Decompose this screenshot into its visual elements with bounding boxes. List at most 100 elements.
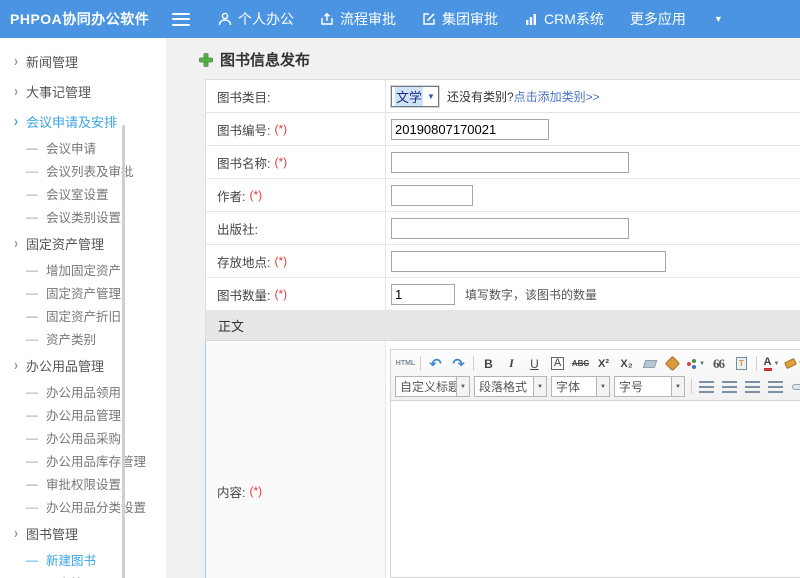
sidebar-item-meeting-room[interactable]: —会议室设置 <box>0 182 166 205</box>
eraser-icon[interactable] <box>639 354 660 374</box>
sidebar-item-office-supplies[interactable]: ›办公用品管理 <box>0 350 166 380</box>
hamburger-menu-icon[interactable] <box>172 13 190 26</box>
sidebar-item-label: 审批权限设置 <box>46 474 121 493</box>
sidebar-item-label: 办公用品分类设置 <box>46 497 146 516</box>
form-row-author: 作者:(*) <box>206 179 800 212</box>
sidebar-item-asset-category[interactable]: —资产类别 <box>0 327 166 350</box>
font-family-select[interactable]: 字体▼ <box>551 376 610 397</box>
more-apps-dropdown[interactable]: ▼ <box>712 14 723 24</box>
sidebar-item-supplies-inventory[interactable]: —办公用品库存管理 <box>0 449 166 472</box>
editor-content-area[interactable] <box>391 401 800 577</box>
paragraph-format-select[interactable]: 段落格式▼ <box>474 376 547 397</box>
sidebar-item-meeting-list[interactable]: — 会议列表及审批 <box>0 159 166 182</box>
blockquote-icon[interactable]: 66 <box>708 354 729 374</box>
sidebar-item-asset-management[interactable]: —固定资产管理 <box>0 281 166 304</box>
nav-group-approval[interactable]: 集团审批 <box>422 9 498 29</box>
add-category-link[interactable]: 点击添加类别>> <box>514 88 600 105</box>
auto-format-icon[interactable]: ▼ <box>685 354 706 374</box>
strikethrough-icon[interactable]: ABC <box>570 354 591 374</box>
editor-toolbar-row1: HTML ↶ ↷ B I U A ABC <box>394 352 800 375</box>
form-row-location: 存放地点:(*) <box>206 245 800 278</box>
highlight-color-icon[interactable]: ▼ <box>784 354 800 374</box>
field-label: 图书数量: <box>217 285 270 304</box>
required-marker: (*) <box>249 484 262 498</box>
location-input[interactable] <box>391 251 666 272</box>
subscript-icon[interactable]: X₂ <box>616 354 637 374</box>
html-source-button[interactable]: HTML <box>395 354 416 374</box>
book-name-input[interactable] <box>391 152 629 173</box>
dash-icon: — <box>26 210 38 224</box>
autotypeset-icon[interactable]: A <box>551 357 564 370</box>
align-center-icon[interactable] <box>719 377 740 397</box>
align-justify-icon[interactable] <box>765 377 786 397</box>
align-left-icon[interactable] <box>696 377 717 397</box>
editor-toolbar: HTML ↶ ↷ B I U A ABC <box>391 350 800 401</box>
sidebar-item-label: 会议申请 <box>46 138 96 157</box>
sidebar-item-label: 会议列表及审批 <box>46 161 134 180</box>
bold-icon[interactable]: B <box>478 354 499 374</box>
dash-icon: — <box>26 141 38 155</box>
custom-title-select[interactable]: 自定义标题▼ <box>395 376 470 397</box>
form-row-publisher: 出版社: <box>206 212 800 245</box>
format-brush-icon[interactable] <box>662 354 683 374</box>
dash-icon: — <box>26 454 38 468</box>
sidebar-item-supplies-claim[interactable]: —办公用品领用 <box>0 380 166 403</box>
dash-icon: — <box>26 332 38 346</box>
dash-icon: — <box>26 500 38 514</box>
sidebar-item-news-management[interactable]: ›新闻管理 <box>0 46 166 76</box>
toolbar-separator <box>473 356 474 371</box>
nav-workflow-approval[interactable]: 流程审批 <box>320 9 396 29</box>
align-right-icon[interactable] <box>742 377 763 397</box>
sidebar-item-events-management[interactable]: ›大事记管理 <box>0 76 166 106</box>
author-input[interactable] <box>391 185 473 206</box>
required-marker: (*) <box>274 155 287 169</box>
nav-crm-system[interactable]: CRM系统 <box>524 9 604 29</box>
quantity-input[interactable] <box>391 284 455 305</box>
sidebar-item-add-asset[interactable]: —增加固定资产 <box>0 258 166 281</box>
publisher-input[interactable] <box>391 218 629 239</box>
sidebar-item-label: 新建图书 <box>46 550 96 569</box>
nav-more-apps[interactable]: 更多应用 <box>630 9 686 29</box>
dash-icon: — <box>26 164 38 178</box>
superscript-icon[interactable]: X² <box>593 354 614 374</box>
sidebar-item-supplies-purchase[interactable]: —办公用品采购 <box>0 426 166 449</box>
redo-icon[interactable]: ↷ <box>448 354 469 374</box>
book-category-select[interactable]: 文学 ▼ <box>391 86 439 107</box>
sidebar-item-meeting-category[interactable]: —会议类别设置 <box>0 205 166 228</box>
nav-personal-office[interactable]: 个人办公 <box>218 9 294 29</box>
sidebar-item-asset-depreciation[interactable]: —固定资产折旧 <box>0 304 166 327</box>
sidebar-item-label: 办公用品采购 <box>46 428 121 447</box>
field-label: 图书名称: <box>217 153 270 172</box>
dash-icon: — <box>26 263 38 277</box>
italic-icon[interactable]: I <box>501 354 522 374</box>
paste-plain-icon[interactable]: T <box>731 354 752 374</box>
font-color-icon[interactable]: A▼ <box>761 354 782 374</box>
selected-category: 文学 <box>395 87 423 106</box>
undo-icon[interactable]: ↶ <box>425 354 446 374</box>
top-navigation-bar: PHPOA协同办公软件 个人办公 流程审批 集团审批 <box>0 0 800 38</box>
user-icon <box>218 12 232 26</box>
sidebar-scrollbar[interactable] <box>122 125 125 578</box>
font-size-select[interactable]: 字号▼ <box>614 376 685 397</box>
sidebar-item-label: 固定资产折旧 <box>46 306 121 325</box>
sidebar-item-label: 会议申请及安排 <box>26 112 117 131</box>
app-logo: PHPOA协同办公软件 <box>0 9 172 29</box>
caret-down-icon: ▼ <box>456 377 469 396</box>
sidebar-item-meeting-request[interactable]: ›会议申请及安排 <box>0 106 166 136</box>
sidebar-item-fixed-assets[interactable]: ›固定资产管理 <box>0 228 166 258</box>
sidebar-item-supplies-category[interactable]: — 办公用品分类设置 <box>0 495 166 518</box>
sidebar-item-book-manage[interactable]: —图书管理 <box>0 571 166 578</box>
sidebar-item-book-management[interactable]: ›图书管理 <box>0 518 166 548</box>
select-caret-icon: ▼ <box>427 92 435 101</box>
edit-square-icon <box>422 12 436 26</box>
sidebar-item-new-book[interactable]: —新建图书 <box>0 548 166 571</box>
sidebar-item-supplies-management[interactable]: —办公用品管理 <box>0 403 166 426</box>
sidebar-item-label: 办公用品领用 <box>46 382 121 401</box>
sidebar-item-meeting-apply[interactable]: — 会议申请 <box>0 136 166 159</box>
required-marker: (*) <box>274 254 287 268</box>
sidebar-item-approval-permission[interactable]: —审批权限设置 <box>0 472 166 495</box>
insert-link-icon[interactable] <box>788 377 800 397</box>
nav-label: 流程审批 <box>340 9 396 29</box>
book-number-input[interactable] <box>391 119 549 140</box>
underline-icon[interactable]: U <box>524 354 545 374</box>
